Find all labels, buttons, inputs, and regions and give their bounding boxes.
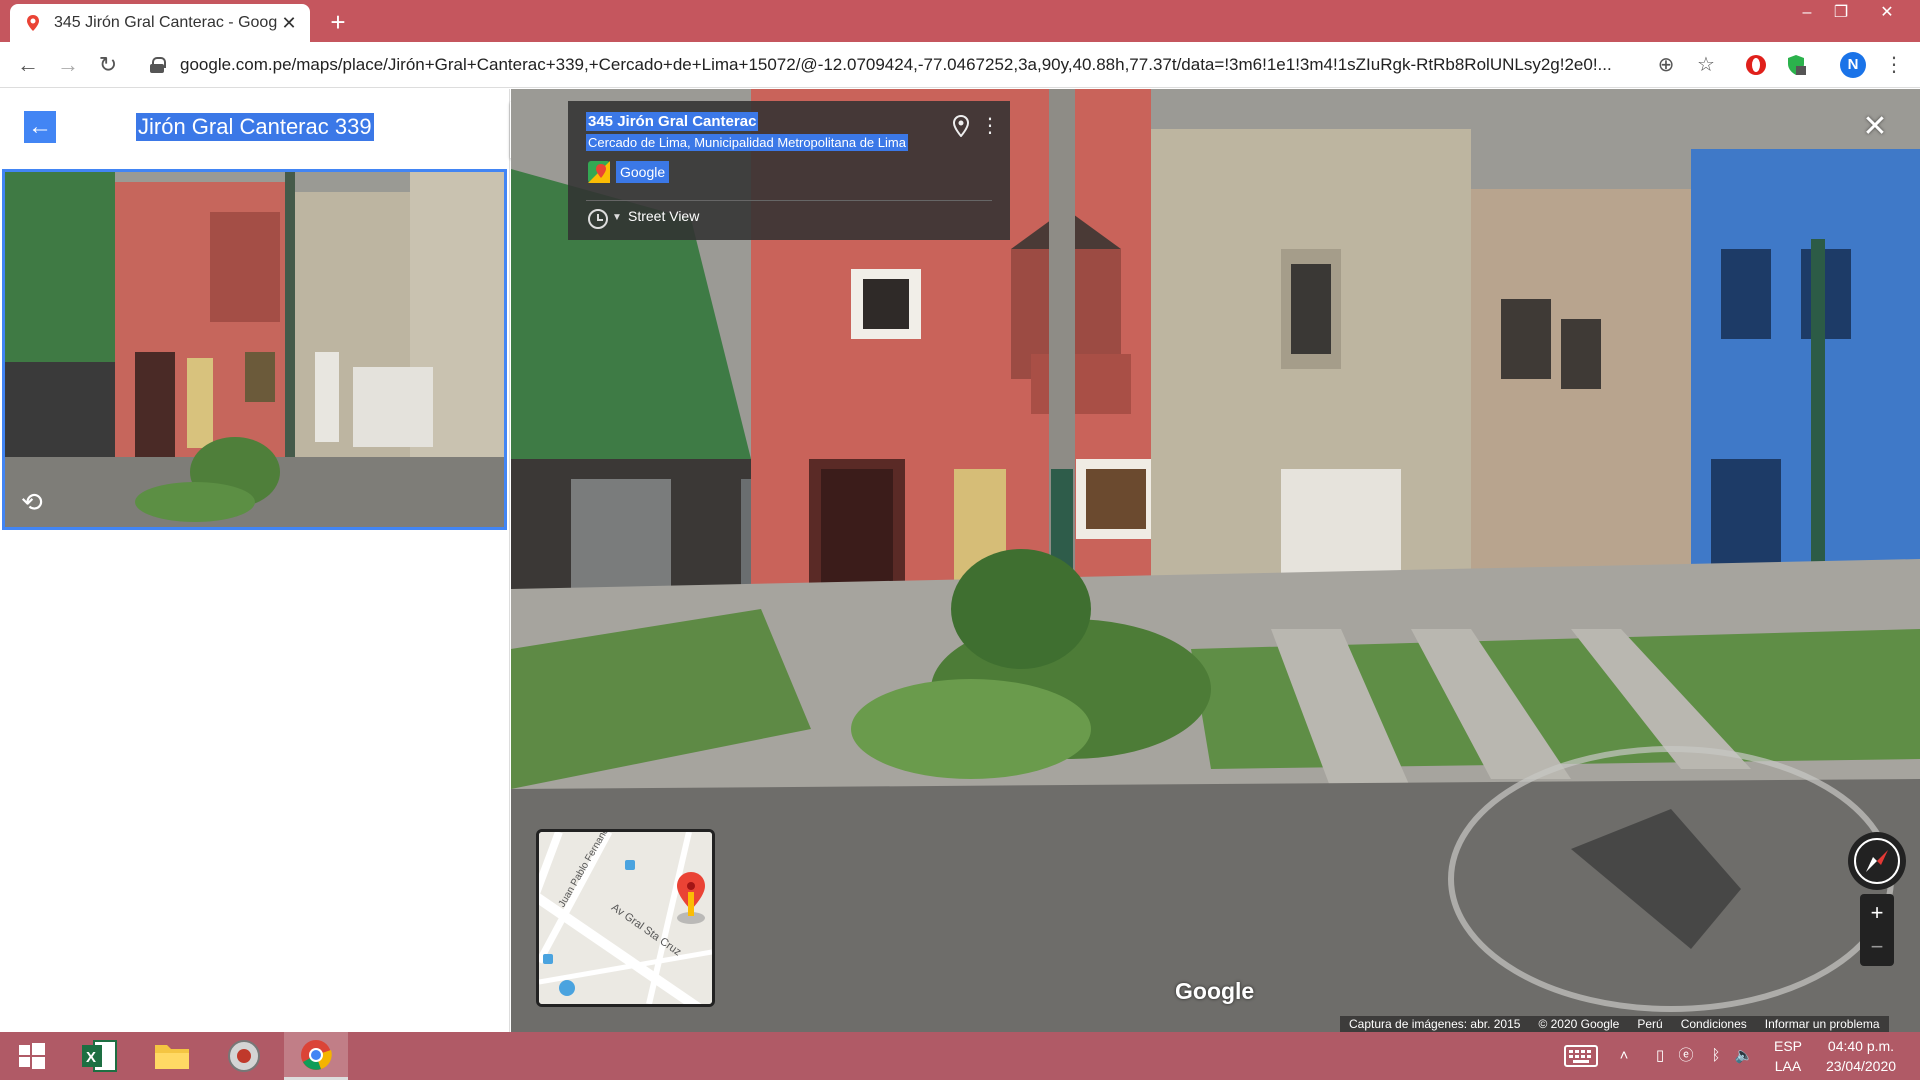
rotate-360-icon: ⟲ [21,487,43,517]
media-app[interactable] [212,1032,276,1080]
url-text: google.com.pe/maps/place/Jirón+Gral+Cant… [180,55,1612,74]
back-arrow-icon[interactable]: ← [14,51,42,79]
restore-button[interactable]: ❐ [1818,0,1864,30]
address-primary: 345 Jirón Gral Canterac [586,112,759,131]
browser-toolbar: ← → ↻ google.com.pe/maps/place/Jirón+Gra… [0,42,1920,88]
country-link[interactable]: Perú [1628,1016,1671,1032]
card-divider [586,200,992,201]
reload-icon[interactable]: ↻ [94,51,122,79]
maps-pin-icon [27,15,39,31]
history-clock-icon[interactable] [588,209,608,229]
compass-needle-icon [1854,838,1900,884]
excel-icon: X [82,1040,117,1072]
google-maps-icon [588,161,610,183]
zoom-out-button[interactable]: − [1860,930,1894,964]
history-caret-icon[interactable]: ▼ [612,212,622,223]
imagery-date: Captura de imágenes: abr. 2015 [1349,1017,1521,1031]
address-secondary: Cercado de Lima, Municipalidad Metropoli… [586,134,908,151]
zoom-control: + − [1860,894,1894,966]
zoom-in-button[interactable]: + [1860,896,1894,930]
volume-icon[interactable]: 🔈 [1734,1046,1754,1066]
close-window-button[interactable]: ✕ [1864,0,1910,30]
zoom-lens-icon[interactable]: ⊕ [1654,53,1678,77]
tab-strip: 345 Jirón Gral Canterac - Google ✕ + – ❐… [0,0,1920,42]
report-problem-link[interactable]: Informar un problema [1756,1016,1889,1032]
opera-extension-icon[interactable] [1744,53,1768,77]
back-button[interactable]: ← [24,111,56,143]
terms-link[interactable]: Condiciones [1672,1016,1756,1032]
bluetooth-icon[interactable]: ᛒ [1706,1046,1726,1066]
file-explorer-app[interactable] [140,1032,204,1080]
street-view-thumbnail[interactable]: ⟲ [2,169,507,530]
provider-label: Google [616,161,670,183]
excel-app[interactable]: X [68,1032,132,1080]
chrome-app[interactable] [284,1032,348,1080]
forward-arrow-icon[interactable]: → [54,51,82,79]
windows-logo-icon [19,1043,45,1069]
thumbnail-scene [5,172,504,527]
svg-text:X: X [86,1049,96,1066]
copyright-text: © 2020 Google [1538,1017,1620,1031]
tab-close-icon[interactable]: ✕ [278,12,300,34]
browser-tab[interactable]: 345 Jirón Gral Canterac - Google ✕ [10,4,310,42]
language-indicator-top[interactable]: ESP [1770,1038,1806,1054]
location-pin-icon[interactable] [952,115,970,137]
show-hidden-icons-chevron-icon[interactable]: ˄ [1614,1046,1634,1066]
place-title: Jirón Gral Canterac 339 [136,113,374,141]
attribution-bar: Captura de imágenes: abr. 2015 © 2020 Go… [1340,1016,1889,1032]
start-button[interactable] [0,1032,64,1080]
profile-avatar[interactable]: N [1840,52,1866,78]
folder-icon [155,1045,189,1069]
street-view-label: Street View [628,208,700,224]
bookmark-star-icon[interactable]: ☆ [1694,53,1718,77]
lock-icon [150,57,166,73]
location-info-card: 345 Jirón Gral Canterac Cercado de Lima,… [568,101,1010,240]
close-street-view-icon[interactable]: ✕ [1860,112,1890,142]
clock-date[interactable]: 23/04/2020 [1816,1058,1906,1074]
google-watermark: Google [1175,978,1255,1004]
chrome-icon [301,1039,332,1070]
mini-map[interactable]: Av Gral Sta Cruz Juan Pablo Fernand [536,829,715,1007]
clock-time[interactable]: 04:40 p.m. [1816,1038,1906,1054]
more-options-icon[interactable]: ⋮ [980,115,1000,137]
address-bar[interactable]: google.com.pe/maps/place/Jirón+Gral+Cant… [140,48,1690,82]
shield-extension-icon[interactable] [1784,53,1808,77]
left-panel: ← Jirón Gral Canterac 339 ⟲ [0,89,510,1032]
tab-title: 345 Jirón Gral Canterac - Google [54,14,278,31]
tray-app-icon[interactable]: ⓔ [1676,1046,1696,1066]
media-player-icon [228,1040,260,1072]
new-tab-button[interactable]: + [324,8,352,36]
language-indicator-bottom[interactable]: LAA [1770,1058,1806,1074]
provider-badge[interactable]: Google [588,161,670,183]
compass-control[interactable] [1848,832,1906,890]
touch-keyboard-icon[interactable] [1564,1045,1598,1067]
menu-kebab-icon[interactable]: ⋮ [1882,53,1906,77]
battery-icon[interactable]: ▯ [1650,1046,1670,1066]
